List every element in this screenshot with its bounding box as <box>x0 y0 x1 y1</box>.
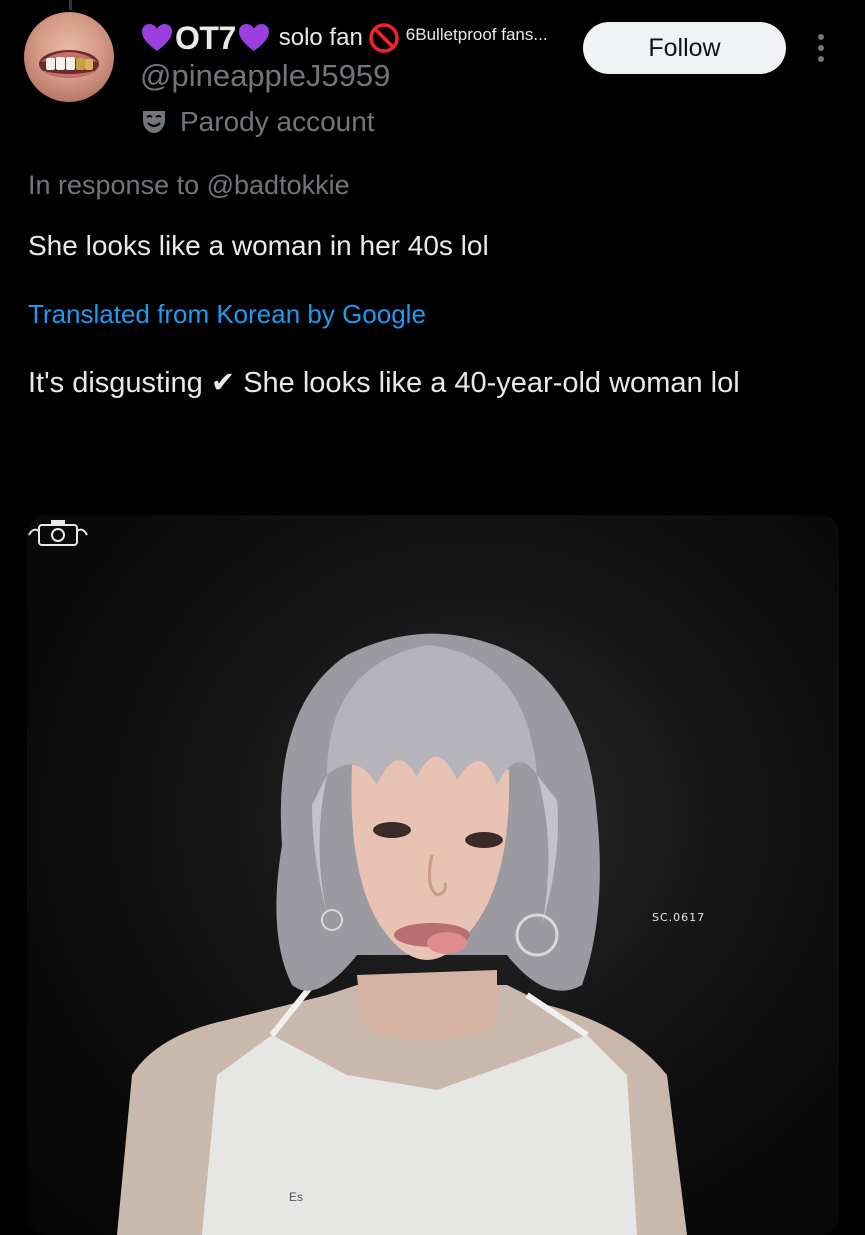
purple-heart-icon <box>140 21 174 55</box>
more-dot <box>818 34 824 40</box>
more-vertical-icon[interactable] <box>808 28 834 68</box>
purple-heart-icon <box>237 21 271 55</box>
more-dot <box>818 45 824 51</box>
reply-context[interactable]: In response to @badtokkie <box>28 170 350 201</box>
post-original-text: She looks like a woman in her 40s lol <box>28 230 489 261</box>
follow-button[interactable]: Follow <box>583 22 786 74</box>
bulletproof-fans-text: 6Bulletproof fans... <box>405 25 548 44</box>
parody-label-row: Parody account <box>140 104 375 140</box>
parody-account-label: Parody account <box>180 106 375 137</box>
prohibited-icon <box>367 21 401 55</box>
author-display-name[interactable]: OT7 solo fan 6Bulletproof fans... <box>140 16 548 60</box>
shirt-print-text: Es <box>289 1190 304 1204</box>
more-dot <box>818 56 824 62</box>
badge-text: OT7 <box>175 19 236 56</box>
author-handle[interactable]: @pineappleJ5959 <box>140 58 390 94</box>
photo-illustration <box>117 633 687 1235</box>
solo-fan-text: solo fan <box>278 24 363 51</box>
watermark-text: SC.0617 <box>652 911 706 924</box>
theater-mask-icon <box>140 108 168 136</box>
thread-connector-line <box>69 0 72 10</box>
translation-link[interactable]: Translated from Korean by Google <box>28 299 426 330</box>
camera-watermark-icon <box>28 520 88 546</box>
avatar[interactable] <box>24 12 114 102</box>
post-media-image[interactable]: SC.0617 Es <box>27 515 839 1235</box>
post-translated-text: It's disgusting ✔ She looks like a 40-ye… <box>28 367 740 399</box>
